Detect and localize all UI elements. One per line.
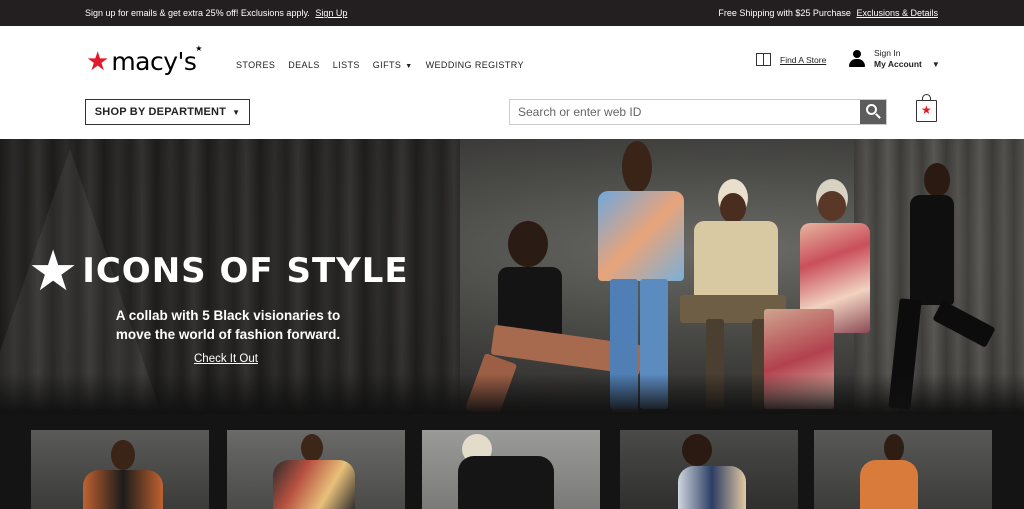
nav-gifts[interactable]: GIFTS ▼ <box>373 60 413 70</box>
shipping-promo: Free Shipping with $25 Purchase Exclusio… <box>718 8 938 18</box>
logo-wordmark: macy's <box>111 46 197 76</box>
check-it-out-link[interactable]: Check It Out <box>194 353 258 365</box>
shop-by-department-button[interactable]: SHOP BY DEPARTMENT ▼ <box>85 99 250 125</box>
nav-gifts-label: GIFTS <box>372 60 402 70</box>
shipping-promo-text: Free Shipping with $25 Purchase <box>718 8 851 18</box>
shopping-bag-icon: ★ <box>921 103 932 117</box>
main-nav: STORES DEALS LISTS GIFTS ▼ WEDDING REGIST… <box>236 60 524 70</box>
logo-small-star-icon: ★ <box>195 44 203 53</box>
visionary-card[interactable] <box>31 430 209 509</box>
user-icon <box>848 50 866 68</box>
visionary-card[interactable] <box>422 430 600 509</box>
nav-lists[interactable]: LISTS <box>333 60 360 70</box>
hero-subtitle: A collab with 5 Black visionaries to mov… <box>88 306 368 344</box>
caret-down-icon: ▼ <box>405 63 413 70</box>
hero-subtitle-line-2: move the world of fashion forward. <box>115 327 341 342</box>
search-button[interactable] <box>860 100 886 124</box>
account-text: Sign In My Account ▼ <box>874 48 940 70</box>
email-promo-text: Sign up for emails & get extra 25% off! … <box>85 8 310 18</box>
nav-deals[interactable]: DEALS <box>288 60 320 70</box>
star-icon: ★ <box>86 46 110 76</box>
search-bar <box>509 99 887 125</box>
my-account-label: My Account <box>874 59 922 69</box>
shopping-bag-button[interactable]: ★ <box>916 94 937 122</box>
account-menu[interactable]: Sign In My Account ▼ <box>848 48 940 70</box>
email-promo: Sign up for emails & get extra 25% off! … <box>85 8 347 18</box>
visionaries-row <box>0 414 1024 509</box>
site-header: ★ macy's ★ STORES DEALS LISTS GIFTS ▼ WED… <box>0 26 1024 139</box>
visionary-card[interactable] <box>814 430 992 509</box>
sign-in-label: Sign In <box>874 48 901 58</box>
caret-down-icon: ▼ <box>232 107 241 117</box>
find-store-link[interactable]: Find A Store <box>756 53 826 66</box>
map-icon <box>756 53 771 66</box>
promo-bar: Sign up for emails & get extra 25% off! … <box>0 0 1024 26</box>
nav-wedding-registry[interactable]: WEDDING REGISTRY <box>426 60 524 70</box>
visionary-card[interactable] <box>620 430 798 509</box>
search-input[interactable] <box>510 100 860 124</box>
hero-title-text: ICONS OF STYLE <box>82 251 409 291</box>
nav-stores[interactable]: STORES <box>236 60 275 70</box>
star-icon: ★ <box>28 239 79 302</box>
caret-down-icon: ▼ <box>931 60 940 69</box>
hero-subtitle-line-1: A collab with 5 Black visionaries to <box>115 308 341 323</box>
exclusions-link[interactable]: Exclusions & Details <box>856 8 938 18</box>
macys-logo[interactable]: ★ macy's ★ <box>86 44 202 78</box>
find-store-label: Find A Store <box>780 54 827 65</box>
sign-up-link[interactable]: Sign Up <box>315 8 347 18</box>
shop-by-department-label: SHOP BY DEPARTMENT <box>94 106 227 118</box>
hero-title: ★ ICONS OF STYLE <box>28 243 409 299</box>
visionary-card[interactable] <box>227 430 405 509</box>
hero-banner[interactable]: ★ ICONS OF STYLE A collab with 5 Black v… <box>0 139 1024 414</box>
